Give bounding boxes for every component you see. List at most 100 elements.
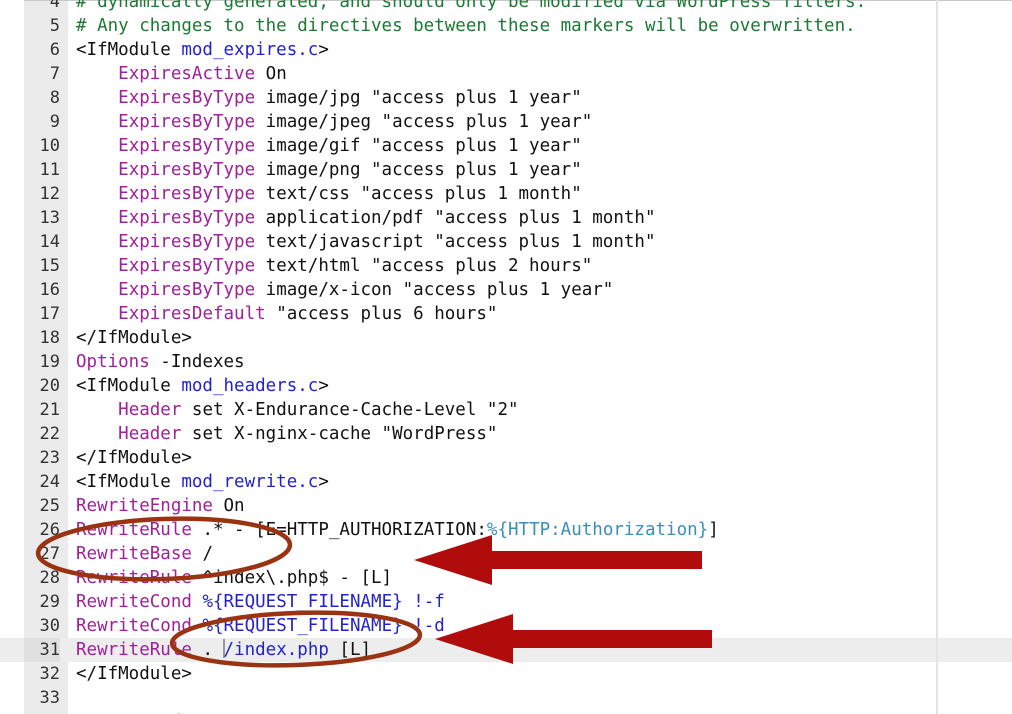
line-number: 33: [39, 688, 60, 708]
code-token: <IfModule: [76, 376, 182, 396]
code-line[interactable]: 10 ExpiresByType image/gif "access plus …: [0, 134, 1012, 158]
code-line[interactable]: 24 <IfModule mod_rewrite.c>: [0, 470, 1012, 494]
code-line-text: ExpiresByType image/jpeg "access plus 1 …: [76, 110, 592, 134]
code-line[interactable]: 20 <IfModule mod_headers.c>: [0, 374, 1012, 398]
line-number: 24: [39, 472, 60, 492]
line-number: 26: [39, 520, 60, 540]
code-token: On: [212, 496, 245, 516]
code-token: set X-Endurance-Cache-Level "2": [181, 400, 519, 420]
line-number: 5: [49, 16, 60, 36]
code-line[interactable]: 27 RewriteBase /: [0, 542, 1012, 566]
code-line[interactable]: 16 ExpiresByType image/x-icon "access pl…: [0, 278, 1012, 302]
code-line[interactable]: 33: [0, 686, 1012, 710]
line-number: 23: [39, 448, 60, 468]
code-line[interactable]: 11 ExpiresByType image/png "access plus …: [0, 158, 1012, 182]
code-token: Header: [118, 400, 182, 420]
line-number: 14: [39, 232, 60, 252]
line-number: 29: [39, 592, 60, 612]
line-number: 20: [39, 376, 60, 396]
code-line[interactable]: 12 ExpiresByType text/css "access plus 1…: [0, 182, 1012, 206]
line-number: 19: [39, 352, 60, 372]
line-number: 4: [49, 0, 60, 12]
code-line-text: ExpiresByType text/javascript "access pl…: [76, 230, 655, 254]
code-line[interactable]: 25 RewriteEngine On: [0, 494, 1012, 518]
code-token: application/pdf "access plus 1 month": [255, 208, 656, 228]
code-line-text: <IfModule mod_expires.c>: [76, 38, 329, 62]
code-editor[interactable]: 4 # dynamically generated, and should onl…: [0, 0, 1012, 714]
code-token: !-f: [413, 592, 445, 612]
code-line[interactable]: 34 # END WordPress: [0, 710, 1012, 714]
code-line-text: </IfModule>: [76, 446, 192, 470]
code-token: On: [255, 64, 287, 84]
code-token: <IfModule: [76, 40, 182, 60]
code-token: image/jpeg "access plus 1 year": [255, 112, 593, 132]
line-number: 7: [49, 64, 60, 84]
code-line[interactable]: 7 ExpiresActive On: [0, 62, 1012, 86]
code-line[interactable]: 21 Header set X-Endurance-Cache-Level "2…: [0, 398, 1012, 422]
code-token: text/css "access plus 1 month": [255, 184, 582, 204]
code-line-text: RewriteRule . /index.php [L]: [76, 638, 371, 662]
code-token: image/gif "access plus 1 year": [255, 136, 582, 156]
code-token: /: [191, 544, 213, 564]
code-token: mod_headers.c: [181, 376, 319, 396]
code-line-text: RewriteBase /: [76, 542, 213, 566]
code-line[interactable]: 15 ExpiresByType text/html "access plus …: [0, 254, 1012, 278]
code-line[interactable]: 13 ExpiresByType application/pdf "access…: [0, 206, 1012, 230]
code-line-text: <IfModule mod_headers.c>: [76, 374, 329, 398]
code-line-current[interactable]: 31 RewriteRule . /index.php [L]: [0, 638, 1012, 662]
code-line-text: ExpiresByType application/pdf "access pl…: [76, 206, 656, 230]
code-token: ExpiresByType: [118, 256, 256, 276]
code-token: ExpiresByType: [118, 112, 256, 132]
code-token: ExpiresByType: [118, 232, 256, 252]
code-token: Header: [118, 424, 182, 444]
code-token: # dynamically generated, and should only…: [76, 0, 867, 12]
code-line[interactable]: 8 ExpiresByType image/jpg "access plus 1…: [0, 86, 1012, 110]
line-number: 31: [24, 638, 60, 662]
code-token: # Any changes to the directives between …: [76, 16, 856, 36]
code-line[interactable]: 18 </IfModule>: [0, 326, 1012, 350]
line-number: 13: [39, 208, 60, 228]
code-line[interactable]: 22 Header set X-nginx-cache "WordPress": [0, 422, 1012, 446]
line-number: 18: [39, 328, 60, 348]
code-token: ExpiresActive: [118, 64, 256, 84]
code-line[interactable]: 14 ExpiresByType text/javascript "access…: [0, 230, 1012, 254]
code-line[interactable]: 5 # Any changes to the directives between…: [0, 14, 1012, 38]
code-line[interactable]: 19 Options -Indexes: [0, 350, 1012, 374]
code-line[interactable]: 29 RewriteCond %{REQUEST_FILENAME} !-f: [0, 590, 1012, 614]
code-line-text: # END WordPress: [76, 710, 234, 714]
code-token: ExpiresDefault: [118, 304, 266, 324]
code-line[interactable]: 4 # dynamically generated, and should onl…: [0, 0, 1012, 14]
code-token: ExpiresByType: [118, 88, 256, 108]
code-line[interactable]: 9 ExpiresByType image/jpeg "access plus …: [0, 110, 1012, 134]
code-line[interactable]: 17 ExpiresDefault "access plus 6 hours": [0, 302, 1012, 326]
code-token: RewriteRule: [76, 568, 192, 588]
code-token: /index.php: [223, 640, 329, 660]
line-number: 17: [39, 304, 60, 324]
code-token: .* - [E=HTTP_AUTHORIZATION:: [191, 520, 487, 540]
code-line[interactable]: 26 RewriteRule .* - [E=HTTP_AUTHORIZATION…: [0, 518, 1012, 542]
code-line-text: ExpiresByType text/html "access plus 2 h…: [76, 254, 592, 278]
code-line[interactable]: 23 </IfModule>: [0, 446, 1012, 470]
line-number: 21: [39, 400, 60, 420]
code-token: %{REQUEST_FILENAME}: [202, 616, 403, 636]
code-line-text: Header set X-nginx-cache "WordPress": [76, 422, 497, 446]
code-line[interactable]: 32 </IfModule>: [0, 662, 1012, 686]
code-token: !-d: [413, 616, 445, 636]
code-line[interactable]: 28 RewriteRule ^index\.php$ - [L]: [0, 566, 1012, 590]
code-line-text: ExpiresActive On: [76, 62, 287, 86]
code-token: ExpiresByType: [118, 136, 256, 156]
line-number: 27: [39, 544, 60, 564]
code-content-area[interactable]: 4 # dynamically generated, and should onl…: [0, 0, 1012, 714]
code-line[interactable]: 30 RewriteCond %{REQUEST_FILENAME} !-d: [0, 614, 1012, 638]
code-line-text: RewriteCond %{REQUEST_FILENAME} !-f: [76, 590, 445, 614]
code-token: >: [318, 472, 329, 492]
code-line[interactable]: 6 <IfModule mod_expires.c>: [0, 38, 1012, 62]
